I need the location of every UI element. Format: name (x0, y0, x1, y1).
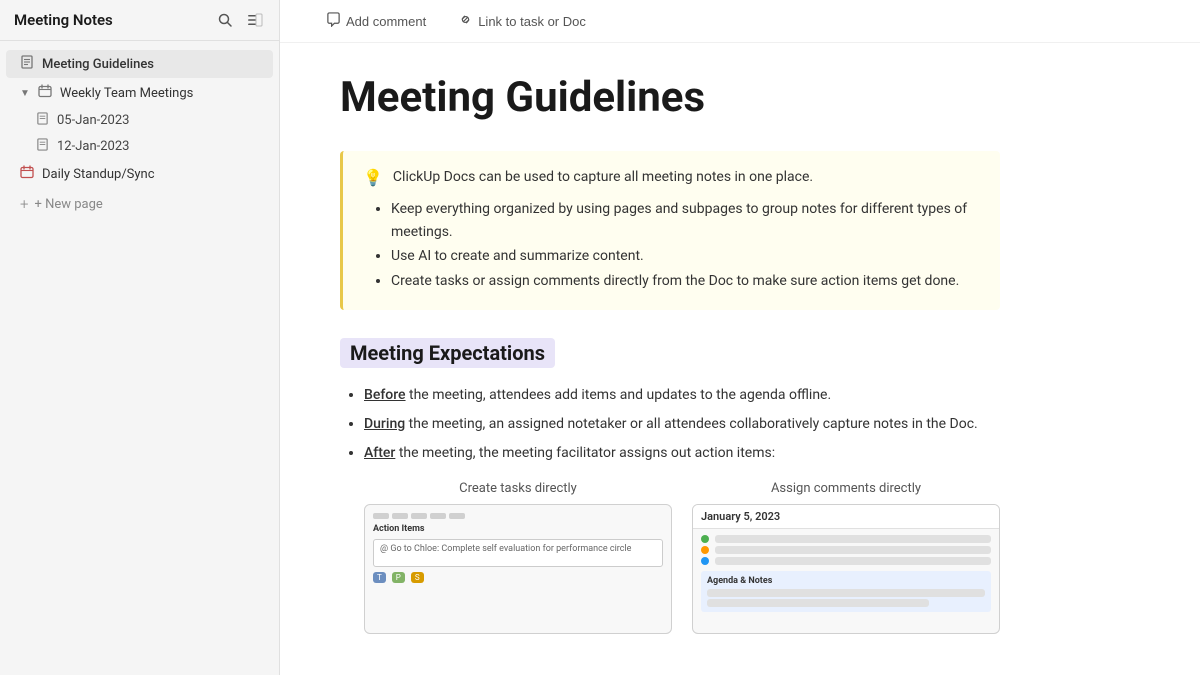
mockup-tags-row: T P S (373, 572, 663, 583)
page-icon (36, 138, 49, 155)
section-heading: Meeting Expectations (340, 338, 555, 368)
sidebar-title: Meeting Notes (14, 11, 113, 29)
mockup-header: January 5, 2023 (693, 505, 999, 529)
toolbar-btn-mock (392, 513, 408, 519)
add-comment-button[interactable]: Add comment (320, 8, 432, 34)
weekly-team-meetings-children: 05-Jan-2023 12-Jan-2023 (0, 108, 279, 159)
sidebar: Meeting Notes (0, 0, 280, 675)
link-task-label: Link to task or Doc (478, 14, 586, 29)
toolbar-btn-mock (430, 513, 446, 519)
calendar-icon (38, 84, 52, 102)
sidebar-item-label: 05-Jan-2023 (57, 113, 129, 128)
image-mockup-tasks: Action Items @ Go to Chloe: Complete sel… (364, 504, 672, 634)
doc-toolbar: Add comment Link to task or Doc (280, 0, 1200, 43)
before-link: Before (364, 387, 406, 403)
mockup-row (701, 557, 991, 565)
plus-icon: + (20, 195, 28, 213)
sidebar-item-12-jan-2023[interactable]: 12-Jan-2023 (22, 134, 273, 159)
mockup-title: Action Items (373, 524, 663, 534)
chevron-down-icon: ▼ (20, 88, 30, 99)
image-mockup-comments: January 5, 2023 (692, 504, 1000, 634)
page-icon (36, 112, 49, 129)
mockup-row (701, 546, 991, 554)
mockup-body: Agenda & Notes (693, 529, 999, 618)
link-icon (458, 12, 473, 30)
during-link: During (364, 416, 405, 432)
new-page-label: + New page (34, 197, 102, 212)
mockup-line (715, 557, 991, 565)
list-item: During the meeting, an assigned notetake… (364, 413, 1000, 436)
sidebar-item-label: 12-Jan-2023 (57, 139, 129, 154)
status-dot (701, 535, 709, 543)
section-heading-wrapper: Meeting Expectations (340, 338, 1000, 368)
mockup-tag: S (411, 572, 424, 583)
add-comment-label: Add comment (346, 14, 426, 29)
collapse-icon (247, 12, 263, 28)
image-right-label: Assign comments directly (692, 481, 1000, 496)
status-dot (701, 557, 709, 565)
sidebar-item-weekly-team-meetings[interactable]: ▼ Weekly Team Meetings (6, 79, 273, 107)
sidebar-header: Meeting Notes (0, 0, 279, 41)
mockup-line (715, 546, 991, 554)
expectations-list: Before the meeting, attendees add items … (340, 384, 1000, 465)
mockup-input-field: @ Go to Chloe: Complete self evaluation … (373, 539, 663, 567)
mockup-line (707, 599, 929, 607)
images-row: Create tasks directly Action Items @ Go (364, 481, 1000, 634)
sidebar-item-label: Meeting Guidelines (42, 57, 154, 72)
search-icon (217, 12, 233, 28)
callout-text: ClickUp Docs can be used to capture all … (393, 167, 813, 188)
toolbar-btn-mock (411, 513, 427, 519)
callout-top: 💡 ClickUp Docs can be used to capture al… (363, 167, 980, 188)
callout-block: 💡 ClickUp Docs can be used to capture al… (340, 151, 1000, 310)
list-item: Keep everything organized by using pages… (391, 198, 980, 243)
sidebar-item-daily-standup[interactable]: Daily Standup/Sync (6, 160, 273, 188)
document-body: Meeting Guidelines 💡 ClickUp Docs can be… (280, 43, 1060, 674)
link-task-button[interactable]: Link to task or Doc (452, 8, 592, 34)
sidebar-item-meeting-guidelines[interactable]: Meeting Guidelines (6, 50, 273, 78)
list-item: Use AI to create and summarize content. (391, 245, 980, 267)
comment-section-mock: Agenda & Notes (701, 571, 991, 612)
mockup-toolbar (373, 513, 663, 519)
calendar-icon (20, 165, 34, 183)
sidebar-item-label: Weekly Team Meetings (60, 86, 193, 101)
mockup-line (715, 535, 991, 543)
list-item: Before the meeting, attendees add items … (364, 384, 1000, 407)
lightbulb-icon: 💡 (363, 168, 383, 187)
mockup-row (701, 535, 991, 543)
after-text: the meeting, the meeting facilitator ass… (395, 445, 775, 461)
sidebar-item-label: Daily Standup/Sync (42, 167, 155, 182)
new-page-button[interactable]: + + New page (0, 189, 279, 219)
mockup-date: January 5, 2023 (701, 510, 780, 523)
list-item: After the meeting, the meeting facilitat… (364, 442, 1000, 465)
after-link: After (364, 445, 395, 461)
sidebar-item-05-jan-2023[interactable]: 05-Jan-2023 (22, 108, 273, 133)
image-card-comments: Assign comments directly January 5, 2023 (692, 481, 1000, 634)
callout-list: Keep everything organized by using pages… (363, 198, 980, 292)
mockup-section-label: Agenda & Notes (707, 576, 985, 586)
mockup-field-text: @ Go to Chloe: Complete self evaluation … (380, 544, 656, 554)
mockup-tag: T (373, 572, 386, 583)
main-content: Add comment Link to task or Doc Meeting … (280, 0, 1200, 675)
toolbar-btn-mock (449, 513, 465, 519)
search-button[interactable] (215, 10, 235, 30)
collapse-sidebar-button[interactable] (245, 10, 265, 30)
sidebar-header-icons (215, 10, 265, 30)
comment-icon (326, 12, 341, 30)
mockup-tag: P (392, 572, 405, 583)
mockup-line (707, 589, 985, 597)
image-card-tasks: Create tasks directly Action Items @ Go (364, 481, 672, 634)
document-title: Meeting Guidelines (340, 73, 1000, 123)
page-icon (20, 55, 34, 73)
before-text: the meeting, attendees add items and upd… (406, 387, 832, 403)
image-left-label: Create tasks directly (364, 481, 672, 496)
sidebar-navigation: Meeting Guidelines ▼ Weekly Team Meeting… (0, 41, 279, 227)
list-item: Create tasks or assign comments directly… (391, 270, 980, 292)
status-dot (701, 546, 709, 554)
during-text: the meeting, an assigned notetaker or al… (405, 416, 978, 432)
toolbar-btn-mock (373, 513, 389, 519)
